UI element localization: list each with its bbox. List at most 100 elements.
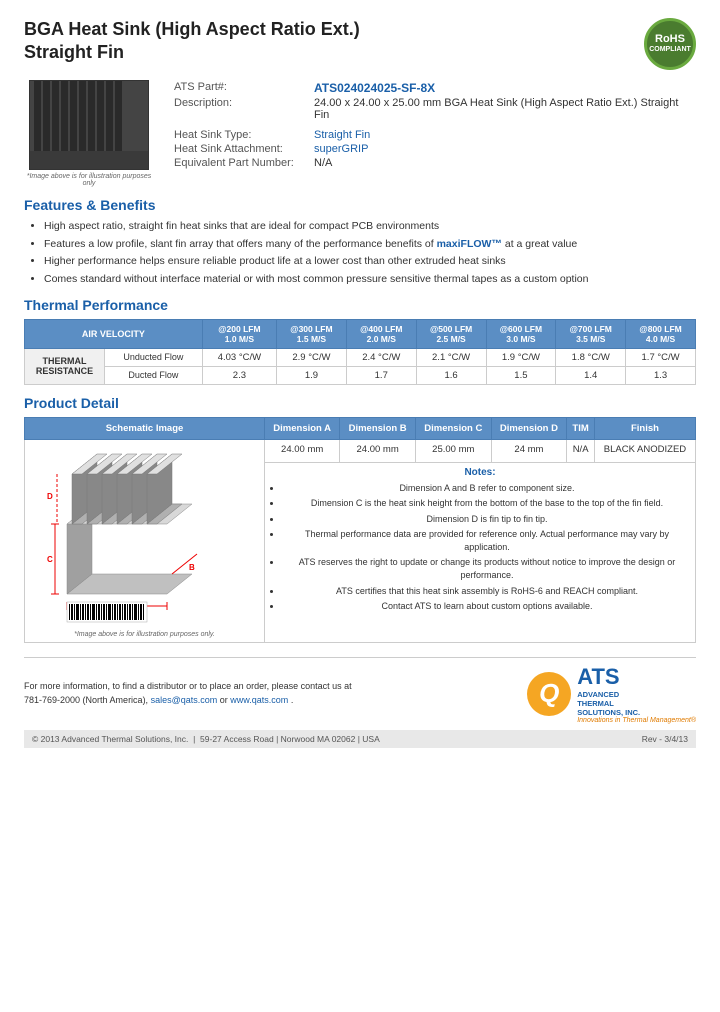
schematic-svg: A B C D <box>37 444 252 629</box>
performance-table: AIR VELOCITY @200 LFM1.0 M/S @300 LFM1.5… <box>24 319 696 385</box>
detail-table: Schematic Image Dimension A Dimension B … <box>24 417 696 643</box>
note-1: Dimension A and B refer to component siz… <box>282 482 692 495</box>
svg-text:C: C <box>47 555 53 564</box>
maxiflow-link: maxiFLOW™ <box>437 238 502 250</box>
image-caption: *Image above is for illustration purpose… <box>24 173 154 187</box>
footer-email[interactable]: sales@qats.com <box>151 695 218 705</box>
footer-or: or <box>220 695 231 705</box>
svg-text:D: D <box>47 492 53 501</box>
part-label: ATS Part#: <box>170 80 310 96</box>
col-dim-d: Dimension D <box>491 417 567 439</box>
ducted-800: 1.3 <box>626 366 696 384</box>
col-300lfm: @300 LFM1.5 M/S <box>277 319 347 348</box>
feature-item: High aspect ratio, straight fin heat sin… <box>44 219 696 234</box>
feature-item: Features a low profile, slant fin array … <box>44 237 696 252</box>
equiv-value: N/A <box>310 156 374 170</box>
title-line2: Straight Fin <box>24 41 360 64</box>
note-6: ATS certifies that this heat sink assemb… <box>282 585 692 598</box>
col-400lfm: @400 LFM2.0 M/S <box>346 319 416 348</box>
type-label: Heat Sink Type: <box>170 128 310 142</box>
type-value[interactable]: Straight Fin <box>314 129 370 141</box>
spec-table: ATS Part#: ATS024024025-SF-8X Descriptio… <box>170 80 696 122</box>
footer-revision: Rev - 3/4/13 <box>642 734 688 744</box>
product-info-section: *Image above is for illustration purpose… <box>24 80 696 187</box>
part-number: ATS024024025-SF-8X <box>314 81 435 95</box>
ats-logo-text: ATS ADVANCED THERMAL SOLUTIONS, INC. Inn… <box>577 664 696 724</box>
unducted-200: 4.03 °C/W <box>202 348 276 366</box>
footer-website[interactable]: www.qats.com <box>230 695 288 705</box>
ducted-400: 1.7 <box>346 366 416 384</box>
dim-b-value: 24.00 mm <box>340 439 416 462</box>
ats-q-letter: Q <box>527 672 571 716</box>
footer-phone: 781-769-2000 (North America), <box>24 695 148 705</box>
unducted-600: 1.9 °C/W <box>486 348 556 366</box>
thermal-resistance-label: THERMAL RESISTANCE <box>25 348 105 384</box>
note-5: ATS reserves the right to update or chan… <box>282 556 692 581</box>
header-row: BGA Heat Sink (High Aspect Ratio Ext.) S… <box>24 18 696 70</box>
footer-contact: For more information, to find a distribu… <box>24 680 352 707</box>
equiv-label: Equivalent Part Number: <box>170 156 310 170</box>
unducted-700: 1.8 °C/W <box>556 348 626 366</box>
product-image <box>29 80 149 170</box>
ats-sub-line1: ADVANCED <box>577 690 696 699</box>
ats-sub-line2: THERMAL <box>577 699 696 708</box>
spec-table-2: Heat Sink Type: Straight Fin Heat Sink A… <box>170 128 374 170</box>
col-dim-a: Dimension A <box>265 417 340 439</box>
product-specs: ATS Part#: ATS024024025-SF-8X Descriptio… <box>170 80 696 187</box>
col-tim: TIM <box>567 417 595 439</box>
col-600lfm: @600 LFM3.0 M/S <box>486 319 556 348</box>
ducted-label: Ducted Flow <box>105 366 203 384</box>
unducted-300: 2.9 °C/W <box>277 348 347 366</box>
ats-main-text: ATS <box>577 664 696 690</box>
attachment-label: Heat Sink Attachment: <box>170 142 310 156</box>
finish-value: BLACK ANODIZED <box>594 439 695 462</box>
unducted-400: 2.4 °C/W <box>346 348 416 366</box>
col-200lfm: @200 LFM1.0 M/S <box>202 319 276 348</box>
attachment-value[interactable]: superGRIP <box>314 143 368 155</box>
dim-d-value: 24 mm <box>491 439 567 462</box>
footer-website-end: . <box>291 695 294 705</box>
col-700lfm: @700 LFM3.5 M/S <box>556 319 626 348</box>
footer-address: 59-27 Access Road | Norwood MA 02062 | U… <box>200 734 380 744</box>
ats-logo: Q ATS ADVANCED THERMAL SOLUTIONS, INC. I… <box>527 664 696 724</box>
rohs-badge: RoHS COMPLIANT <box>644 18 696 70</box>
ducted-300: 1.9 <box>277 366 347 384</box>
contact-text: For more information, to find a distribu… <box>24 681 352 691</box>
feature-item: Higher performance helps ensure reliable… <box>44 254 696 269</box>
schematic-cell: A B C D <box>25 439 265 642</box>
rohs-text: RoHS <box>655 33 685 46</box>
ducted-600: 1.5 <box>486 366 556 384</box>
col-800lfm: @800 LFM4.0 M/S <box>626 319 696 348</box>
tim-value: N/A <box>567 439 595 462</box>
col-dim-c: Dimension C <box>415 417 491 439</box>
rohs-compliant: COMPLIANT <box>649 46 691 54</box>
product-image-box: *Image above is for illustration purpose… <box>24 80 154 187</box>
features-list: High aspect ratio, straight fin heat sin… <box>24 219 696 287</box>
ducted-500: 1.6 <box>416 366 486 384</box>
footer-content: For more information, to find a distribu… <box>24 664 696 724</box>
ats-tagline: Innovations in Thermal Management® <box>577 717 696 724</box>
notes-cell: Notes: Dimension A and B refer to compon… <box>265 462 696 642</box>
unducted-800: 1.7 °C/W <box>626 348 696 366</box>
ducted-200: 2.3 <box>202 366 276 384</box>
product-title: BGA Heat Sink (High Aspect Ratio Ext.) S… <box>24 18 360 65</box>
footer-divider <box>24 657 696 658</box>
ducted-700: 1.4 <box>556 366 626 384</box>
unducted-500: 2.1 °C/W <box>416 348 486 366</box>
schematic-caption: *Image above is for illustration purpose… <box>28 631 261 638</box>
col-500lfm: @500 LFM2.5 M/S <box>416 319 486 348</box>
air-velocity-header: AIR VELOCITY <box>25 319 203 348</box>
notes-list: Dimension A and B refer to component siz… <box>268 482 692 613</box>
copyright-bar: © 2013 Advanced Thermal Solutions, Inc. … <box>24 730 696 748</box>
svg-text:B: B <box>189 563 195 572</box>
note-2: Dimension C is the heat sink height from… <box>282 497 692 510</box>
copyright-left: © 2013 Advanced Thermal Solutions, Inc. … <box>32 734 380 744</box>
col-finish: Finish <box>594 417 695 439</box>
dim-c-value: 25.00 mm <box>415 439 491 462</box>
features-heading: Features & Benefits <box>24 197 696 213</box>
ats-sub-line3: SOLUTIONS, INC. <box>577 708 696 717</box>
unducted-label: Unducted Flow <box>105 348 203 366</box>
col-dim-b: Dimension B <box>340 417 416 439</box>
description-label: Description: <box>170 96 310 122</box>
feature-item: Comes standard without interface materia… <box>44 272 696 287</box>
